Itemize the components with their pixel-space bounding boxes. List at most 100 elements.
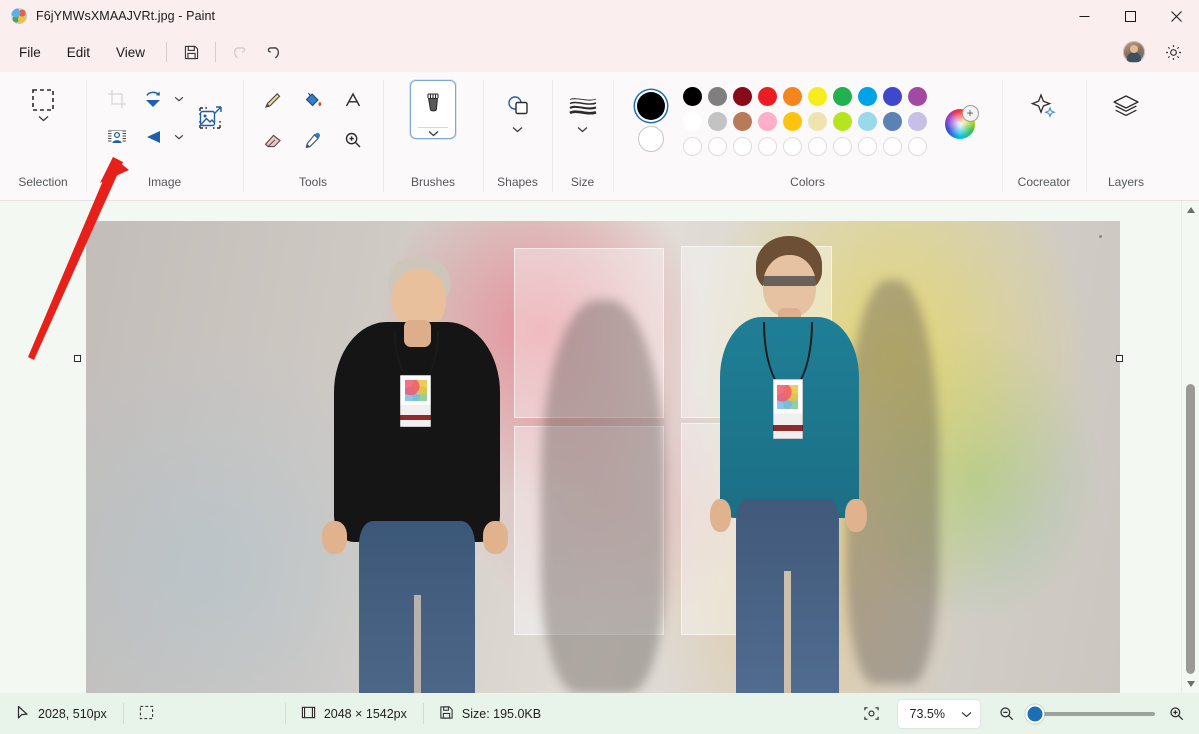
ribbon-group-layers: Layers	[1086, 72, 1166, 200]
ribbon-group-brushes: Brushes	[383, 72, 483, 200]
palette-swatch-r2-c3[interactable]	[733, 112, 752, 131]
palette-swatch-r3-c1[interactable]	[683, 137, 702, 156]
scroll-up-arrow-icon[interactable]	[1182, 201, 1199, 219]
shapes-chevron-icon[interactable]	[510, 126, 526, 133]
eraser-icon[interactable]	[255, 122, 291, 158]
title-bar: F6jYMWsXMAAJVRt.jpg - Paint	[0, 0, 1199, 32]
ribbon-group-label-size: Size	[552, 175, 613, 189]
magnifier-icon[interactable]	[335, 122, 371, 158]
fill-bucket-icon[interactable]	[295, 82, 331, 118]
chevron-down-icon[interactable]	[961, 707, 972, 721]
canvas-handle-left[interactable]	[74, 355, 81, 362]
palette-swatch-r2-c1[interactable]	[683, 112, 702, 131]
palette-swatch-r1-c3[interactable]	[733, 87, 752, 106]
image-canvas[interactable]	[86, 221, 1120, 693]
brushes-button[interactable]	[410, 80, 456, 139]
canvas-area[interactable]	[0, 201, 1199, 693]
rotate-chevron-icon[interactable]	[171, 96, 187, 102]
palette-swatch-r2-c2[interactable]	[708, 112, 727, 131]
palette-swatch-r1-c6[interactable]	[808, 87, 827, 106]
palette-swatch-r1-c10[interactable]	[908, 87, 927, 106]
window-controls	[1061, 0, 1199, 32]
crop-icon[interactable]	[99, 81, 135, 117]
palette-swatch-r3-c7[interactable]	[833, 137, 852, 156]
rotate-button[interactable]	[135, 81, 187, 117]
minimize-button[interactable]	[1061, 0, 1107, 32]
palette-swatch-r1-c1[interactable]	[683, 87, 702, 106]
paint-window: F6jYMWsXMAAJVRt.jpg - Paint File Edit Vi…	[0, 0, 1199, 734]
scroll-down-arrow-icon[interactable]	[1182, 675, 1199, 693]
palette-swatch-r1-c4[interactable]	[758, 87, 777, 106]
layers-button[interactable]	[1102, 80, 1150, 128]
close-button[interactable]	[1153, 0, 1199, 32]
shapes-button[interactable]	[496, 80, 540, 135]
zoom-level-dropdown[interactable]: 73.5%	[897, 699, 981, 729]
palette-swatch-r2-c4[interactable]	[758, 112, 777, 131]
flip-chevron-icon[interactable]	[171, 134, 187, 140]
shapes-icon	[503, 86, 533, 126]
vertical-scrollbar[interactable]	[1181, 201, 1199, 693]
palette-swatch-r2-c9[interactable]	[883, 112, 902, 131]
paint-palette-icon	[11, 8, 27, 24]
palette-swatch-r1-c7[interactable]	[833, 87, 852, 106]
flip-icon[interactable]	[135, 119, 171, 155]
gear-icon[interactable]	[1157, 37, 1189, 67]
ribbon-group-label-colors: Colors	[613, 175, 1002, 189]
fit-to-window-icon[interactable]	[857, 700, 887, 728]
user-avatar[interactable]	[1123, 41, 1145, 63]
menu-file[interactable]: File	[6, 40, 54, 65]
palette-swatch-r3-c5[interactable]	[783, 137, 802, 156]
palette-swatch-r2-c5[interactable]	[783, 112, 802, 131]
palette-swatch-r2-c6[interactable]	[808, 112, 827, 131]
selection-chevron-icon[interactable]	[35, 115, 51, 122]
zoom-slider-control[interactable]	[991, 700, 1191, 728]
palette-swatch-r3-c9[interactable]	[883, 137, 902, 156]
maximize-button[interactable]	[1107, 0, 1153, 32]
palette-swatch-r3-c4[interactable]	[758, 137, 777, 156]
undo-icon[interactable]	[224, 37, 256, 67]
rotate-icon[interactable]	[135, 81, 171, 117]
size-button[interactable]	[561, 80, 605, 135]
palette-swatch-r2-c8[interactable]	[858, 112, 877, 131]
text-tool-icon[interactable]	[335, 82, 371, 118]
remove-background-icon[interactable]	[99, 119, 135, 155]
pencil-icon[interactable]	[255, 82, 291, 118]
palette-swatch-r3-c6[interactable]	[808, 137, 827, 156]
palette-swatch-r1-c9[interactable]	[883, 87, 902, 106]
palette-swatch-r1-c5[interactable]	[783, 87, 802, 106]
palette-swatch-r3-c10[interactable]	[908, 137, 927, 156]
menu-edit[interactable]: Edit	[54, 40, 103, 65]
palette-swatch-r3-c2[interactable]	[708, 137, 727, 156]
palette-swatch-r2-c7[interactable]	[833, 112, 852, 131]
zoom-out-icon[interactable]	[991, 700, 1021, 728]
resize-image-icon[interactable]	[189, 97, 231, 139]
zoom-in-icon[interactable]	[1161, 700, 1191, 728]
flip-button[interactable]	[135, 119, 187, 155]
primary-color-swatch[interactable]	[637, 92, 665, 120]
brushes-chevron-icon[interactable]	[425, 130, 441, 137]
edit-colors-button[interactable]: +	[945, 105, 979, 139]
scrollbar-track[interactable]	[1182, 219, 1199, 675]
ribbon-group-selection: Selection	[0, 72, 86, 200]
person-left	[313, 256, 520, 694]
canvas-handle-right[interactable]	[1116, 355, 1123, 362]
scrollbar-thumb[interactable]	[1186, 384, 1195, 674]
palette-swatch-r1-c8[interactable]	[858, 87, 877, 106]
cocreator-button[interactable]	[1020, 80, 1068, 128]
palette-swatch-r3-c3[interactable]	[733, 137, 752, 156]
palette-swatch-r1-c2[interactable]	[708, 87, 727, 106]
zoom-slider-track[interactable]	[1027, 712, 1155, 716]
eyedropper-icon[interactable]	[295, 122, 331, 158]
person-left-badge	[400, 375, 431, 427]
rectangular-selection-icon[interactable]	[15, 80, 71, 124]
size-chevron-icon[interactable]	[575, 126, 591, 133]
person-right-hand-right	[710, 499, 732, 532]
palette-swatch-r2-c10[interactable]	[908, 112, 927, 131]
secondary-color-swatch[interactable]	[638, 126, 664, 152]
palette-swatch-r3-c8[interactable]	[858, 137, 877, 156]
canvas-viewport[interactable]	[0, 201, 1182, 693]
save-icon[interactable]	[175, 37, 207, 67]
redo-icon[interactable]	[256, 37, 288, 67]
menu-view[interactable]: View	[103, 40, 158, 65]
zoom-slider-thumb[interactable]	[1026, 704, 1045, 723]
